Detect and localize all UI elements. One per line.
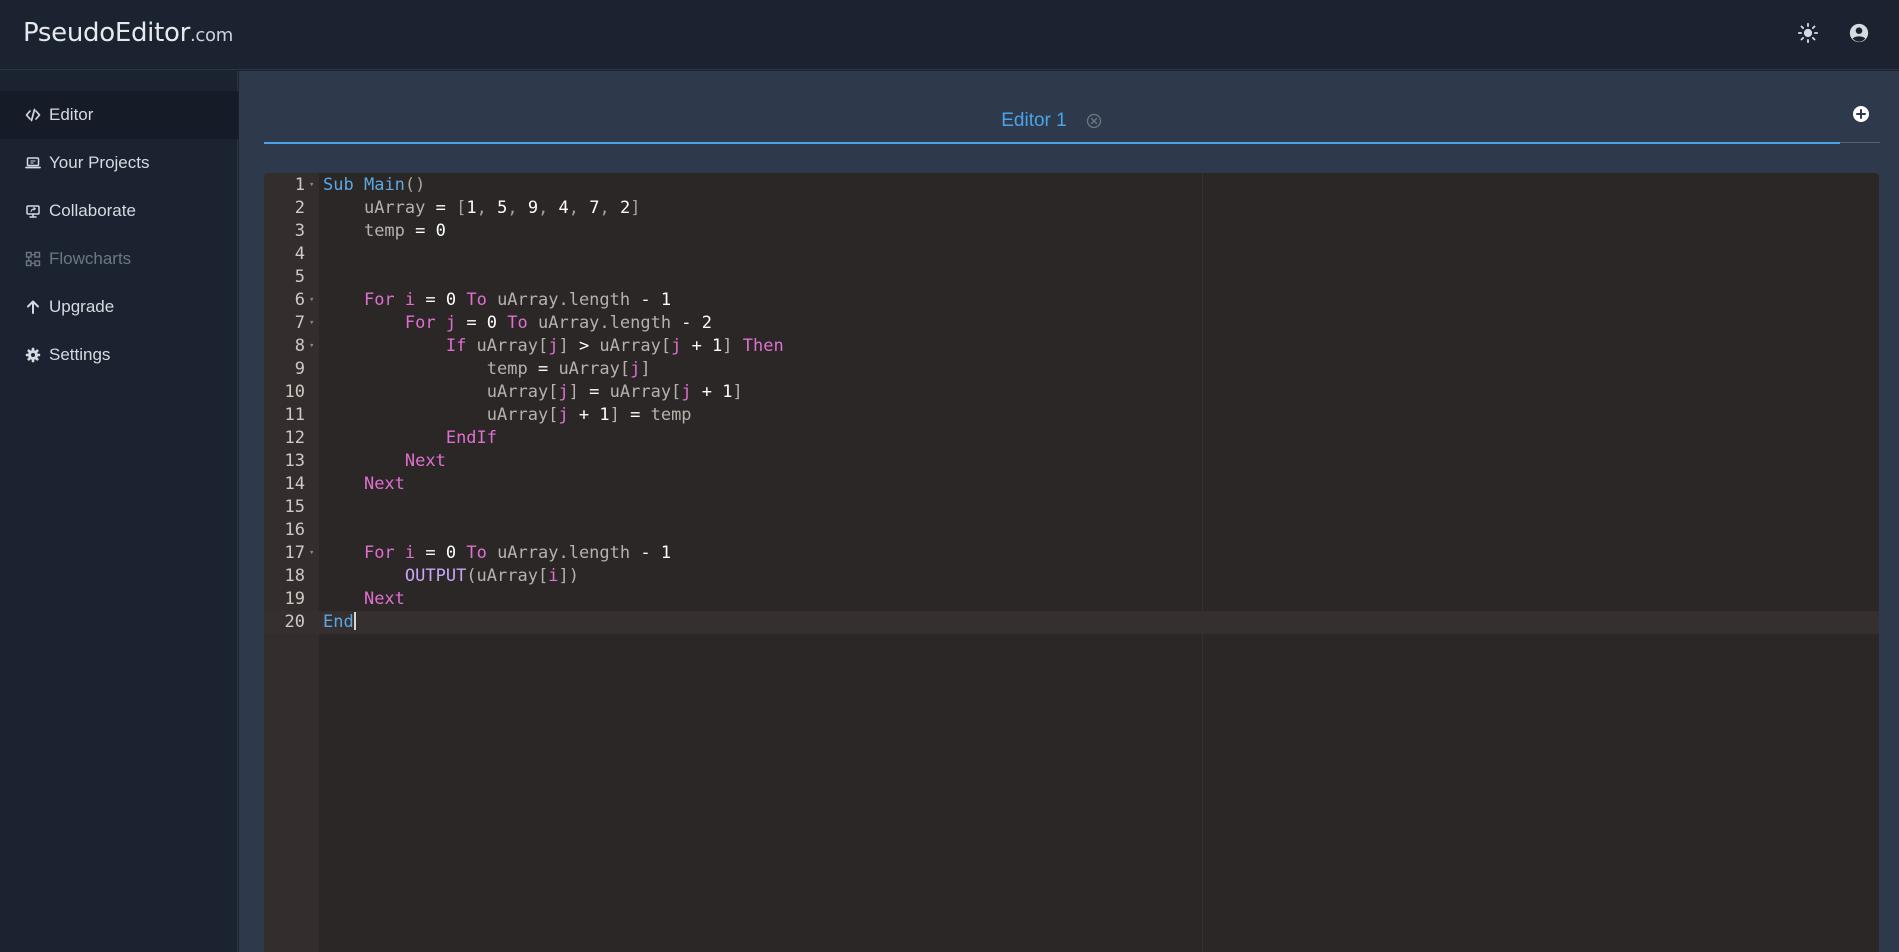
line-number: 10 <box>284 382 305 402</box>
code-line[interactable]: 7 ▾ For j = 0 To uArray.length - 2 <box>264 312 1879 335</box>
line-number: 20 <box>284 612 305 632</box>
line-number: 2 <box>294 198 305 218</box>
code-line[interactable]: 3 temp = 0 <box>264 220 1879 243</box>
line-number: 14 <box>284 474 305 494</box>
code-icon <box>24 107 41 124</box>
code-line[interactable]: 6 ▾ For i = 0 To uArray.length - 1 <box>264 289 1879 312</box>
sidebar-item-flowcharts[interactable]: Flowcharts <box>0 235 238 283</box>
code-line[interactable]: 8 ▾ If uArray[j] > uArray[j + 1] Then <box>264 335 1879 358</box>
code-line[interactable]: 20 End <box>264 611 1879 634</box>
arrow-up-icon <box>24 299 41 316</box>
code-line[interactable]: 9 temp = uArray[j] <box>264 358 1879 381</box>
code-line[interactable]: 13 Next <box>264 450 1879 473</box>
tab-bar: Editor 1 <box>264 101 1880 145</box>
line-number: 17 <box>284 543 305 563</box>
code-line[interactable]: 19 Next <box>264 588 1879 611</box>
code-text: OUTPUT(uArray[i]) <box>404 566 579 586</box>
sidebar-item-label: Your Projects <box>49 153 150 172</box>
code-text: uArray[j + 1] = temp <box>486 405 692 425</box>
line-number: 6 <box>294 290 305 310</box>
code-text: End <box>323 612 356 632</box>
fold-toggle-icon[interactable]: ▾ <box>309 174 317 197</box>
code-text: EndIf <box>445 428 498 448</box>
line-number: 5 <box>294 267 305 287</box>
line-number: 16 <box>284 520 305 540</box>
close-icon[interactable] <box>1085 112 1103 130</box>
sun-icon[interactable] <box>1797 22 1819 44</box>
sidebar-item-upgrade[interactable]: Upgrade <box>0 283 238 331</box>
code-line[interactable]: 18 OUTPUT(uArray[i]) <box>264 565 1879 588</box>
code-text: Sub Main() <box>323 175 426 195</box>
code-text: For i = 0 To uArray.length - 1 <box>363 543 672 563</box>
code-text: uArray = [1, 5, 9, 4, 7, 2] <box>363 198 641 218</box>
logo[interactable]: PseudoEditor.com <box>23 18 233 48</box>
line-number: 1 <box>294 175 305 195</box>
share-screen-icon <box>24 203 41 220</box>
logo-main: PseudoEditor <box>23 18 190 48</box>
line-number: 8 <box>294 336 305 356</box>
fold-toggle-icon[interactable]: ▾ <box>309 312 317 335</box>
code-text: For i = 0 To uArray.length - 1 <box>363 290 672 310</box>
sidebar-item-your-projects[interactable]: Your Projects <box>0 139 238 187</box>
code-line[interactable]: 2 uArray = [1, 5, 9, 4, 7, 2] <box>264 197 1879 220</box>
user-circle-icon[interactable] <box>1848 22 1870 44</box>
tab-active-indicator <box>264 142 1840 144</box>
tab-label: Editor 1 <box>1001 110 1067 131</box>
code-line[interactable]: 4 <box>264 243 1879 266</box>
sidebar-item-collaborate[interactable]: Collaborate <box>0 187 238 235</box>
sidebar-item-label: Collaborate <box>49 201 136 220</box>
code-text: temp = uArray[j] <box>486 359 651 379</box>
sidebar-item-label: Upgrade <box>49 297 115 316</box>
line-number: 19 <box>284 589 305 609</box>
sidebar-item-editor[interactable]: Editor <box>0 91 238 139</box>
sidebar-item-settings[interactable]: Settings <box>0 331 238 379</box>
code-text: If uArray[j] > uArray[j + 1] Then <box>445 336 784 356</box>
code-line[interactable]: 17 ▾ For i = 0 To uArray.length - 1 <box>264 542 1879 565</box>
line-number: 7 <box>294 313 305 333</box>
sidebar-item-label: Settings <box>49 345 111 364</box>
line-number: 9 <box>294 359 305 379</box>
code-line[interactable]: 11 uArray[j + 1] = temp <box>264 404 1879 427</box>
code-editor[interactable]: 1 ▾ Sub Main() 2 uArray = [1, 5, 9, 4, 7, 2… <box>264 173 1879 952</box>
tab-editor-1[interactable]: Editor 1 <box>264 101 1840 141</box>
sidebar-item-label: Editor <box>49 105 94 124</box>
code-line[interactable]: 12 EndIf <box>264 427 1879 450</box>
line-number: 4 <box>294 244 305 264</box>
fold-toggle-icon[interactable]: ▾ <box>309 289 317 312</box>
text-cursor <box>353 612 356 630</box>
code-text: Next <box>404 451 446 471</box>
fold-toggle-icon[interactable]: ▾ <box>309 542 317 565</box>
code-line[interactable]: 16 <box>264 519 1879 542</box>
sidebar-item-label: Flowcharts <box>49 249 132 268</box>
tab-bar-divider <box>1840 142 1880 143</box>
code-line[interactable]: 15 <box>264 496 1879 519</box>
top-bar: PseudoEditor.com <box>0 0 1899 70</box>
fold-toggle-icon[interactable]: ▾ <box>309 335 317 358</box>
flowchart-icon <box>24 251 41 268</box>
code-text: For j = 0 To uArray.length - 2 <box>404 313 713 333</box>
laptop-icon <box>24 155 41 172</box>
add-tab-icon[interactable] <box>1852 105 1872 125</box>
code-line[interactable]: 10 uArray[j] = uArray[j + 1] <box>264 381 1879 404</box>
code-line[interactable]: 14 Next <box>264 473 1879 496</box>
code-text: temp = 0 <box>363 221 446 241</box>
logo-tld: .com <box>190 25 233 46</box>
line-number: 18 <box>284 566 305 586</box>
line-number: 3 <box>294 221 305 241</box>
code-text: Next <box>363 589 405 609</box>
code-line[interactable]: 1 ▾ Sub Main() <box>264 174 1879 197</box>
line-number: 15 <box>284 497 305 517</box>
code-text: uArray[j] = uArray[j + 1] <box>486 382 743 402</box>
code-text: Next <box>363 474 405 494</box>
line-number: 12 <box>284 428 305 448</box>
code-line[interactable]: 5 <box>264 266 1879 289</box>
main-area: Editor 1 1 ▾ Sub Main() 2 uArray = [1, 5, 9… <box>239 71 1899 952</box>
line-number: 11 <box>284 405 305 425</box>
sidebar: Editor Your Projects Collaborate Flowcha… <box>0 71 238 952</box>
line-number: 13 <box>284 451 305 471</box>
gear-icon <box>24 347 41 364</box>
